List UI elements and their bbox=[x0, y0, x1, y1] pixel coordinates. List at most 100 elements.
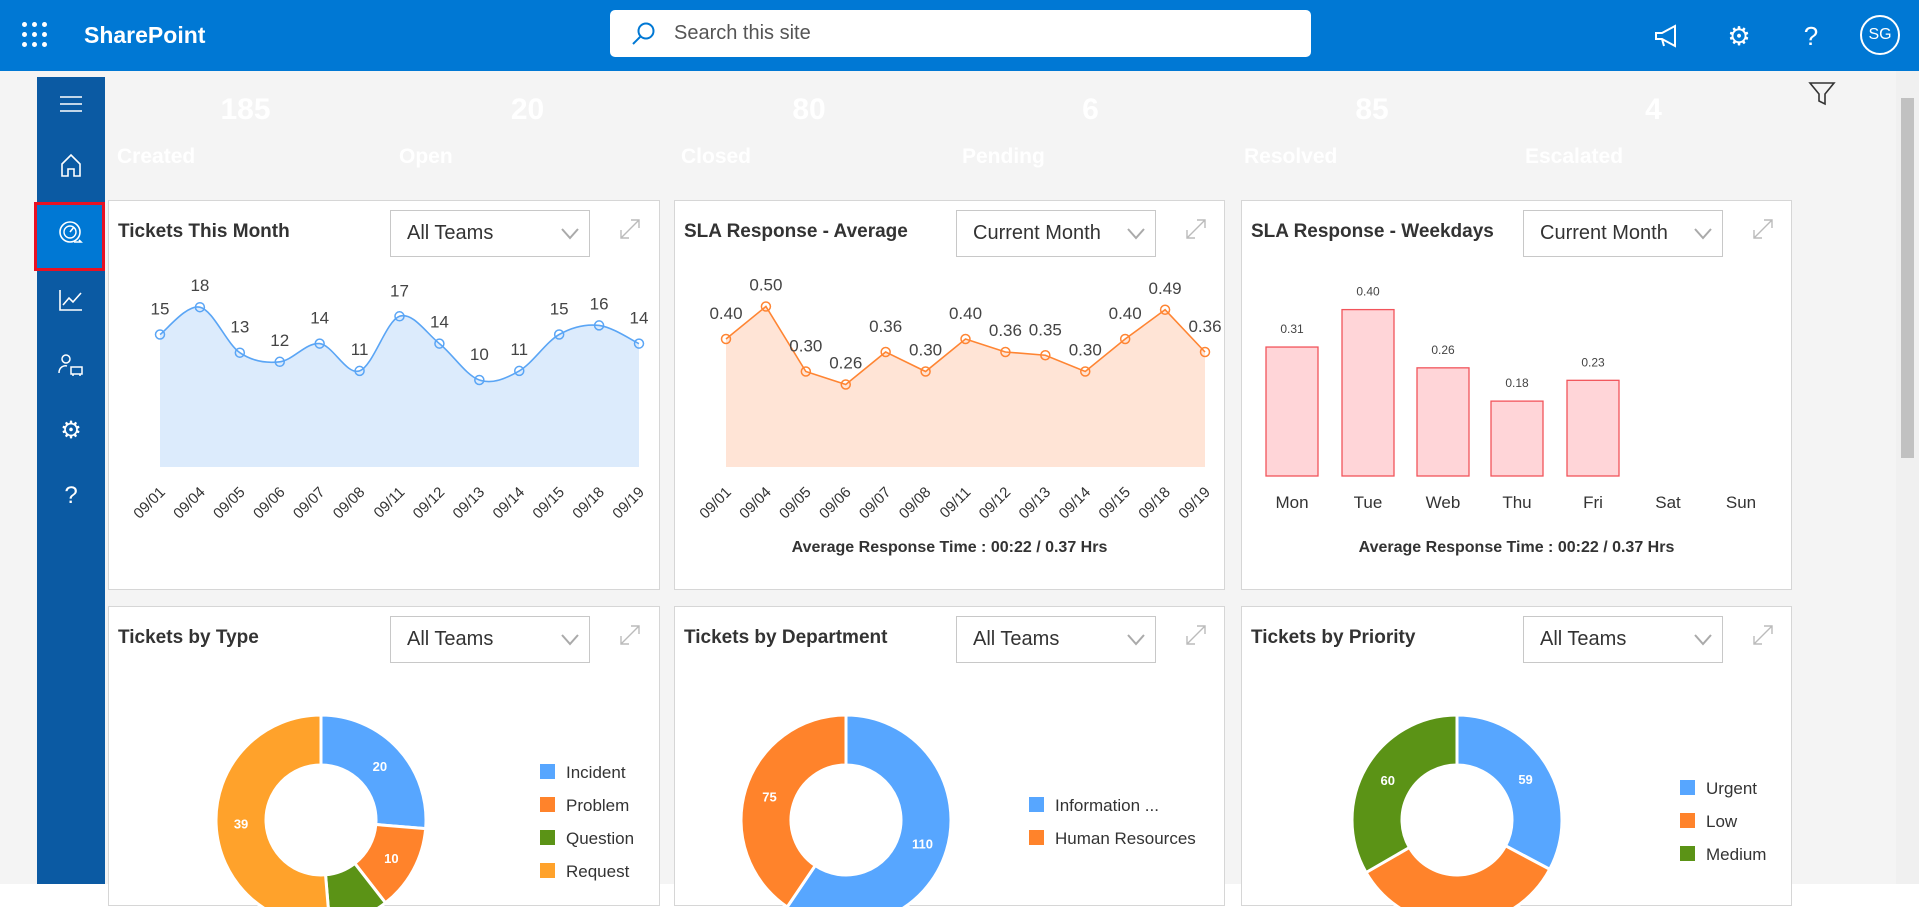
gear-icon[interactable]: ⚙ bbox=[1723, 20, 1755, 52]
dropdown-value: All Teams bbox=[407, 628, 494, 650]
card-tickets-by-type: 20 Incident 10 Problem Question 39 Request Tic… bbox=[108, 606, 660, 907]
slice-label: 110 bbox=[912, 836, 933, 851]
team-filter-dropdown[interactable]: All Teams bbox=[390, 616, 590, 663]
team-filter-dropdown[interactable]: Current Month bbox=[1523, 210, 1723, 257]
legend-label: Request bbox=[566, 862, 630, 881]
x-tick-label: Sun bbox=[1726, 493, 1756, 512]
x-tick-label: 09/14 bbox=[490, 484, 529, 523]
kpi-pending[interactable]: 6 Pending bbox=[953, 78, 1228, 181]
card-tickets-this-month: 15 09/01 18 09/04 13 09/05 12 09/06 14 09/07 11 09/… bbox=[108, 200, 660, 590]
legend-label: Question bbox=[566, 829, 634, 848]
x-tick-label: Mon bbox=[1275, 493, 1308, 512]
dropdown-value: All Teams bbox=[973, 628, 1060, 650]
expand-icon[interactable] bbox=[618, 623, 642, 652]
x-tick-label: 09/11 bbox=[371, 484, 409, 522]
data-label: 0.35 bbox=[1029, 320, 1062, 339]
search-input[interactable]: Search this site bbox=[610, 10, 1311, 57]
home-icon[interactable] bbox=[37, 140, 105, 190]
expand-icon[interactable] bbox=[618, 217, 642, 246]
legend-label: Low bbox=[1706, 812, 1738, 831]
kpi-created[interactable]: 185 Created bbox=[108, 78, 383, 181]
legend-swatch bbox=[1680, 846, 1695, 861]
x-tick-label: 09/15 bbox=[1095, 484, 1134, 523]
team-filter-dropdown[interactable]: Current Month bbox=[956, 210, 1156, 257]
data-label: 0.26 bbox=[829, 354, 862, 373]
slice-label: 39 bbox=[234, 816, 248, 831]
bar-value-label: 0.23 bbox=[1581, 355, 1605, 369]
x-tick-label: 09/08 bbox=[896, 484, 935, 523]
kpi-closed[interactable]: 80 Closed bbox=[672, 78, 946, 181]
data-label: 10 bbox=[470, 345, 489, 364]
scrollbar-thumb[interactable] bbox=[1901, 98, 1914, 458]
x-tick-label: Web bbox=[1426, 493, 1461, 512]
data-label: 17 bbox=[390, 281, 409, 300]
legend-swatch bbox=[540, 863, 555, 878]
expand-icon[interactable] bbox=[1751, 217, 1775, 246]
avatar[interactable]: SG bbox=[1860, 15, 1900, 55]
bar bbox=[1490, 400, 1544, 477]
card-title: SLA Response - Average bbox=[684, 221, 908, 242]
bar bbox=[1566, 379, 1620, 477]
card-title: Tickets by Priority bbox=[1251, 627, 1416, 648]
top-bar: SharePoint Search this site ⚙ ? SG bbox=[0, 0, 1919, 71]
data-label: 18 bbox=[190, 276, 209, 295]
slice-label: 59 bbox=[1518, 772, 1532, 787]
data-label: 0.40 bbox=[949, 304, 982, 323]
chart-trend-icon[interactable] bbox=[37, 275, 105, 325]
settings-gear-icon[interactable]: ⚙ bbox=[37, 405, 105, 455]
bar-value-label: 0.40 bbox=[1356, 285, 1380, 299]
legend-swatch bbox=[1029, 830, 1044, 845]
card-tickets-by-priority: 59 Urgent Low 60 Medium Tickets by Priority … bbox=[1241, 606, 1792, 907]
x-tick-label: 09/04 bbox=[170, 484, 209, 523]
bar bbox=[1341, 308, 1395, 477]
team-filter-dropdown[interactable]: All Teams bbox=[390, 210, 590, 257]
app-launcher-icon[interactable] bbox=[22, 22, 48, 48]
donut-slice bbox=[214, 713, 330, 907]
x-tick-label: 09/08 bbox=[330, 484, 369, 523]
data-label: 0.49 bbox=[1149, 279, 1182, 298]
kpi-open[interactable]: 20 Open bbox=[390, 78, 665, 181]
kpi-value: 185 bbox=[220, 93, 271, 126]
data-label: 12 bbox=[270, 331, 289, 350]
help-nav-icon[interactable]: ? bbox=[37, 471, 105, 521]
legend-swatch bbox=[540, 830, 555, 845]
chevron-down-icon bbox=[1694, 634, 1712, 646]
data-label: 14 bbox=[430, 313, 449, 332]
x-tick-label: 09/12 bbox=[410, 484, 449, 523]
team-filter-dropdown[interactable]: All Teams bbox=[1523, 616, 1723, 663]
data-label: 0.30 bbox=[789, 337, 822, 356]
dashboard-gauge-icon[interactable] bbox=[37, 208, 105, 258]
menu-icon[interactable] bbox=[37, 79, 105, 129]
expand-icon[interactable] bbox=[1751, 623, 1775, 652]
data-label: 15 bbox=[550, 300, 569, 319]
scrollbar[interactable] bbox=[1896, 71, 1919, 884]
data-label: 0.30 bbox=[1069, 341, 1102, 360]
app-name[interactable]: SharePoint bbox=[84, 22, 205, 49]
kpi-escalated[interactable]: 4 Escalated bbox=[1516, 78, 1791, 181]
x-tick-label: 09/07 bbox=[856, 484, 895, 523]
expand-icon[interactable] bbox=[1184, 217, 1208, 246]
legend-label: Medium bbox=[1706, 845, 1766, 864]
data-label: 16 bbox=[590, 294, 609, 313]
donut-slice bbox=[1350, 713, 1459, 875]
bar-value-label: 0.31 bbox=[1280, 322, 1304, 336]
data-label: 0.50 bbox=[749, 276, 782, 295]
chevron-down-icon bbox=[561, 228, 579, 240]
kpi-value: 20 bbox=[510, 93, 545, 126]
x-tick-label: 09/05 bbox=[776, 484, 815, 523]
x-tick-label: 09/14 bbox=[1056, 484, 1095, 523]
x-tick-label: Sat bbox=[1655, 493, 1681, 512]
legend-swatch bbox=[1680, 780, 1695, 795]
megaphone-icon[interactable] bbox=[1651, 20, 1683, 52]
card-title: Tickets by Type bbox=[118, 627, 259, 648]
filter-icon[interactable] bbox=[1808, 80, 1836, 113]
data-label: 11 bbox=[510, 340, 528, 359]
expand-icon[interactable] bbox=[1184, 623, 1208, 652]
kpi-label: Created bbox=[117, 145, 196, 168]
team-filter-dropdown[interactable]: All Teams bbox=[956, 616, 1156, 663]
dropdown-value: Current Month bbox=[973, 222, 1101, 244]
people-icon[interactable] bbox=[37, 340, 105, 390]
dropdown-value: Current Month bbox=[1540, 222, 1668, 244]
kpi-resolved[interactable]: 85 Resolved bbox=[1235, 78, 1509, 181]
help-icon[interactable]: ? bbox=[1795, 20, 1827, 52]
